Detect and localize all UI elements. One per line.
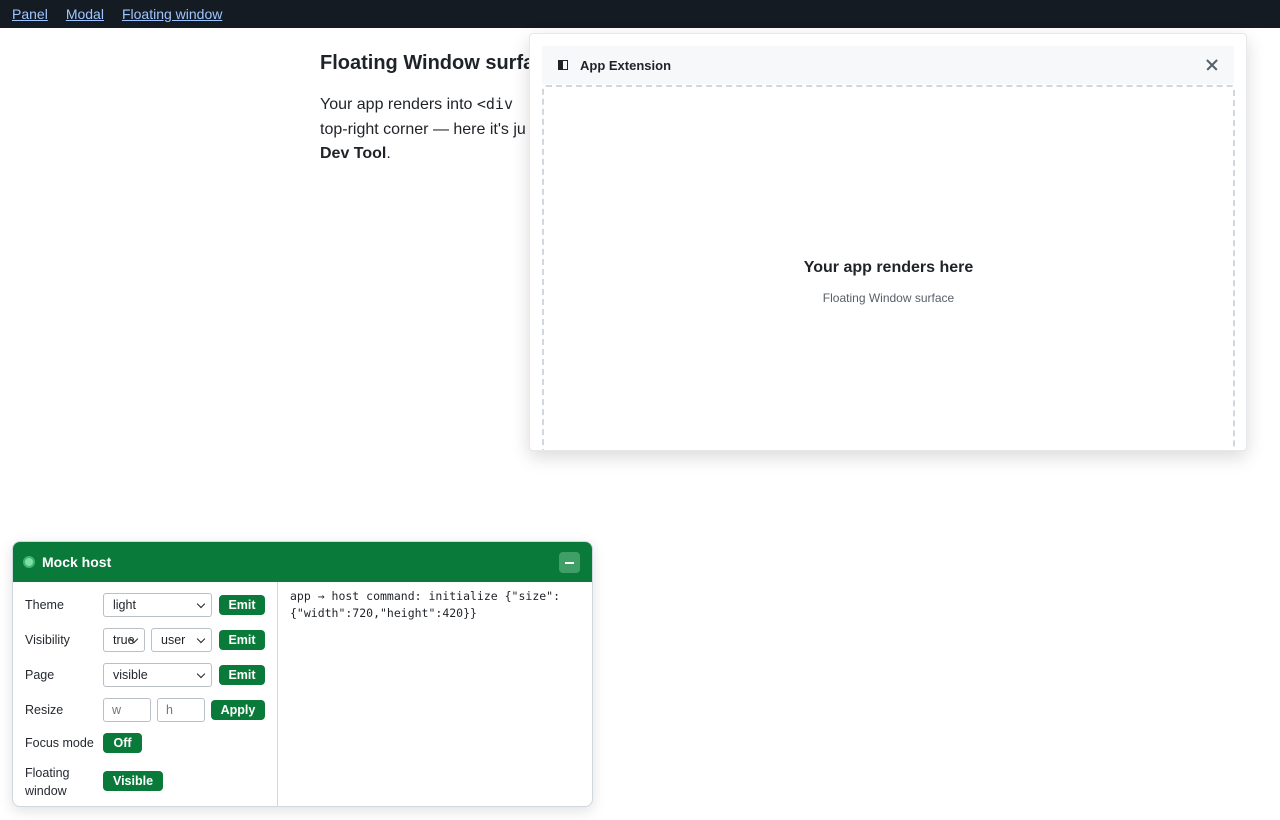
floating-window: App Extension Your app renders here Floa… [529,33,1247,451]
focus-toggle-button[interactable]: Off [103,733,142,753]
nav-link-modal[interactable]: Modal [66,6,104,22]
theme-row: Theme light Emit [25,592,275,618]
floating-label: Floating window [25,764,105,800]
app-render-surface: Your app renders here Floating Window su… [542,85,1235,450]
theme-select-value: light [113,598,136,612]
top-nav: Panel Modal Floating window [0,0,1280,28]
floating-label-line1: Floating [25,766,70,780]
floating-window-header[interactable]: App Extension [542,46,1234,84]
sidebar-panel-icon [558,60,568,70]
resize-label: Resize [25,703,64,717]
page-label: Page [25,668,55,682]
floating-visible-button[interactable]: Visible [103,771,163,791]
status-dot-icon [23,556,35,568]
focus-row: Focus mode Off [25,730,275,756]
focus-label: Focus mode [25,736,94,750]
chevron-down-icon [196,634,206,644]
mock-host-title: Mock host [42,554,112,570]
page-emit-button[interactable]: Emit [219,665,265,685]
floating-row: Floating window Visible [25,762,275,802]
visibility-source-select[interactable]: user [151,628,212,652]
desc-text-1: Your app renders into [320,96,477,113]
resize-height-input[interactable] [157,698,205,722]
desc-text-2: top-right corner — here it's ju [320,120,526,138]
mock-host-header: Mock host [13,542,592,582]
resize-width-input[interactable] [103,698,151,722]
page-row: Page visible Emit [25,662,275,688]
visibility-label: Visibility [25,633,70,647]
desc-text-3: . [386,145,391,162]
desc-bold: Dev Tool [320,145,387,162]
surface-subtitle: Floating Window surface [822,291,955,305]
mock-host-controls: Theme light Emit Visibility true user Em… [13,582,278,806]
page-select-value: visible [113,668,148,682]
mock-host-panel: Mock host Theme light Emit Visibility tr… [12,541,593,807]
theme-emit-button[interactable]: Emit [219,595,265,615]
minimize-button[interactable] [559,552,580,573]
nav-link-floating-window[interactable]: Floating window [122,6,222,22]
surface-title: Your app renders here [803,259,974,276]
visibility-value-select[interactable]: true [103,628,145,652]
desc-code: <div [476,95,513,113]
nav-link-panel[interactable]: Panel [12,6,48,22]
visibility-row: Visibility true user Emit [25,627,275,653]
visibility-emit-button[interactable]: Emit [219,630,265,650]
theme-label: Theme [25,598,64,612]
floating-window-title: App Extension [580,57,672,73]
resize-row: Resize Apply [25,697,275,723]
chevron-down-icon [196,669,206,679]
resize-apply-button[interactable]: Apply [211,700,265,720]
message-log: app → host command: initialize {"size": … [290,589,561,620]
close-icon[interactable] [1202,55,1222,75]
visibility-source: user [161,633,186,647]
floating-label-line2: window [25,784,67,798]
chevron-down-icon [196,599,206,609]
page-select[interactable]: visible [103,663,212,687]
theme-select[interactable]: light [103,593,212,617]
